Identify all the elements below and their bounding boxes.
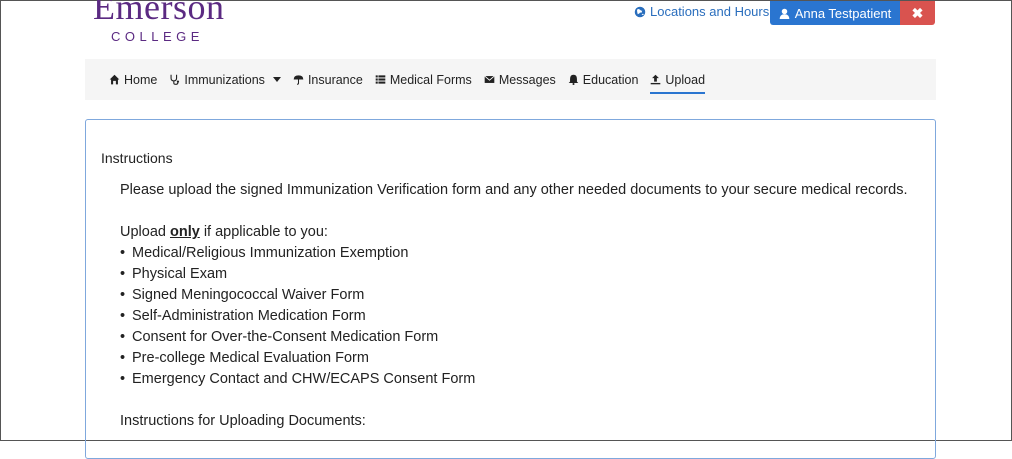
nav-medical-forms[interactable]: Medical Forms — [375, 68, 472, 92]
chevron-down-icon — [272, 77, 281, 82]
upload-intro-text: Please upload the signed Immunization Ve… — [120, 182, 908, 198]
list-icon — [375, 75, 386, 84]
list-item: Pre-college Medical Evaluation Form — [120, 348, 920, 369]
nav-medical-forms-label: Medical Forms — [389, 72, 472, 87]
upload-applicable-text: Upload only if applicable to you: — [120, 222, 920, 243]
upload-icon — [651, 74, 661, 85]
list-item: Emergency Contact and CHW/ECAPS Consent … — [120, 369, 920, 390]
locations-hours-label: Locations and Hours — [650, 4, 770, 19]
nav-upload[interactable]: Upload — [650, 68, 706, 94]
home-icon — [109, 74, 120, 85]
main-nav: Home Immunizations Insurance Medical For… — [85, 59, 936, 100]
nav-education[interactable]: Education — [568, 68, 639, 92]
globe-icon — [634, 6, 646, 17]
nav-insurance[interactable]: Insurance — [293, 68, 363, 92]
nav-immunizations[interactable]: Immunizations — [169, 68, 281, 92]
upload-only-emphasis: only — [169, 224, 200, 240]
nav-messages-label: Messages — [498, 72, 556, 87]
list-item: Medical/Religious Immunization Exemption — [120, 243, 920, 264]
nav-home[interactable]: Home — [109, 68, 157, 92]
nav-upload-label: Upload — [665, 72, 706, 87]
uploading-instructions-heading: Instructions for Uploading Documents: — [120, 413, 366, 429]
applicable-forms-list: Medical/Religious Immunization Exemption… — [120, 243, 920, 390]
upload-prefix: Upload — [120, 224, 170, 240]
list-item: Consent for Over-the-Consent Medication … — [120, 327, 920, 348]
panel-title: Instructions — [101, 150, 173, 166]
nav-messages[interactable]: Messages — [484, 68, 556, 92]
nav-home-label: Home — [124, 72, 158, 87]
logout-button[interactable]: ✖ — [900, 1, 935, 25]
list-item: Self-Administration Medication Form — [120, 306, 920, 327]
close-icon: ✖ — [911, 4, 924, 21]
envelope-icon — [484, 75, 495, 83]
list-item: Physical Exam — [120, 264, 920, 285]
nav-immunizations-label: Immunizations — [184, 72, 265, 87]
logo-wordmark: Emerson — [93, 0, 225, 27]
logo-subtitle: COLLEGE — [111, 29, 204, 44]
nav-insurance-label: Insurance — [307, 72, 363, 87]
locations-hours-link[interactable]: Locations and Hours — [634, 4, 769, 19]
instructions-content: Please upload the signed Immunization Ve… — [120, 180, 920, 432]
stethoscope-icon — [170, 74, 180, 85]
list-item: Signed Meningococcal Waiver Form — [120, 285, 920, 306]
user-icon — [779, 8, 789, 19]
umbrella-icon — [293, 75, 304, 85]
college-logo[interactable]: Emerson COLLEGE — [93, 0, 224, 44]
instructions-panel: Instructions Please upload the signed Im… — [85, 119, 936, 459]
nav-education-label: Education — [582, 72, 639, 87]
upload-suffix: if applicable to you: — [199, 224, 328, 240]
user-name: Anna Testpatient — [794, 5, 892, 21]
bell-icon — [568, 74, 579, 85]
user-account-button[interactable]: Anna Testpatient — [770, 1, 900, 25]
